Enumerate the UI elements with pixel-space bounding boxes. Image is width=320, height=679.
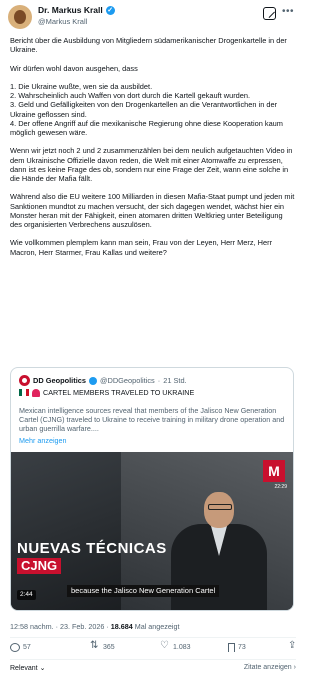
view-count: 18.684 xyxy=(110,622,133,631)
video-duration: 2:44 xyxy=(17,590,36,600)
action-bar: 57 365 1.083 73 xyxy=(10,640,298,657)
post-time[interactable]: 12:58 nachm. xyxy=(10,622,54,631)
view-quotes-label: Zitate anzeigen xyxy=(243,664,292,671)
reply-icon xyxy=(10,643,20,652)
show-more-link[interactable]: Mehr anzeigen xyxy=(19,436,67,445)
quoted-author-handle: @DDGeopolitics xyxy=(99,376,155,385)
repost-icon xyxy=(90,640,100,652)
repost-button[interactable]: 365 xyxy=(90,640,115,652)
view-quotes-link[interactable]: Zitate anzeigen › xyxy=(244,664,296,671)
post-header: Dr. Markus Krall ✓ @Markus Krall ••• xyxy=(8,4,298,30)
repost-count: 365 xyxy=(103,644,115,651)
bookmark-count: 73 xyxy=(238,644,246,651)
video-player[interactable]: M 22:29 NUEVAS TÉCNICAS CJNG because the… xyxy=(11,452,293,610)
broadcast-clock: 22:29 xyxy=(274,484,287,490)
post-text: Bericht über die Ausbildung von Mitglied… xyxy=(10,36,295,257)
verified-badge-icon xyxy=(88,376,97,385)
video-overlay-title: NUEVAS TÉCNICAS xyxy=(17,540,167,557)
chevron-right-icon: › xyxy=(293,664,296,671)
quoted-headline: CARTEL MEMBERS TRAVELED TO UKRAINE xyxy=(43,388,195,397)
presenter-head xyxy=(204,492,234,528)
presenter-glasses xyxy=(208,504,232,510)
chevron-down-icon: ⌄ xyxy=(39,665,46,672)
reply-button[interactable]: 57 xyxy=(10,643,31,652)
heart-icon xyxy=(160,640,170,652)
author-name-row[interactable]: Dr. Markus Krall ✓ xyxy=(38,5,115,15)
post-meta: 12:58 nachm. · 23. Feb. 2026 · 18.684 Ma… xyxy=(10,622,179,631)
quoted-post-date: 21 Std. xyxy=(163,376,187,385)
share-button[interactable] xyxy=(288,640,298,652)
like-count: 1.083 xyxy=(173,644,191,651)
video-overlay-tag: CJNG xyxy=(17,558,62,574)
quoted-post-header: DD Geopolitics @DDGeopolitics · 21 Std. xyxy=(19,375,187,386)
view-count-label: Mal angezeigt xyxy=(134,622,180,631)
siren-icon xyxy=(32,388,40,397)
author-handle[interactable]: @Markus Krall xyxy=(38,17,87,26)
mexico-flag-icon xyxy=(19,389,29,396)
channel-logo: M xyxy=(263,460,285,482)
bookmark-button[interactable]: 73 xyxy=(228,643,246,652)
avatar[interactable] xyxy=(8,5,32,29)
reply-count: 57 xyxy=(23,644,31,651)
divider xyxy=(10,659,296,660)
share-icon xyxy=(288,640,298,652)
post-container: Dr. Markus Krall ✓ @Markus Krall ••• Ber… xyxy=(0,0,304,679)
separator-dot: · xyxy=(106,622,109,631)
quoted-headline-row: CARTEL MEMBERS TRAVELED TO UKRAINE xyxy=(19,388,194,397)
quoted-post[interactable]: DD Geopolitics @DDGeopolitics · 21 Std. … xyxy=(10,367,294,611)
separator-dot: · xyxy=(55,622,58,631)
quoted-avatar xyxy=(19,375,30,386)
quoted-author-name: DD Geopolitics xyxy=(33,376,86,385)
separator-dot: · xyxy=(157,376,161,385)
post-date[interactable]: 23. Feb. 2026 xyxy=(60,622,104,631)
video-caption: because the Jalisco New Generation Carte… xyxy=(67,585,220,597)
sort-label: Relevant xyxy=(10,664,38,672)
quoted-post-text: Mexican intelligence sources reveal that… xyxy=(19,406,285,434)
sort-dropdown[interactable]: Relevant ⌄ xyxy=(10,664,46,673)
bookmark-icon xyxy=(228,643,235,652)
grok-icon[interactable] xyxy=(263,7,276,20)
author-name[interactable]: Dr. Markus Krall xyxy=(38,5,103,15)
divider xyxy=(10,637,296,638)
like-button[interactable]: 1.083 xyxy=(160,640,191,652)
more-options-icon[interactable]: ••• xyxy=(282,6,294,17)
verified-badge-icon: ✓ xyxy=(105,5,115,15)
